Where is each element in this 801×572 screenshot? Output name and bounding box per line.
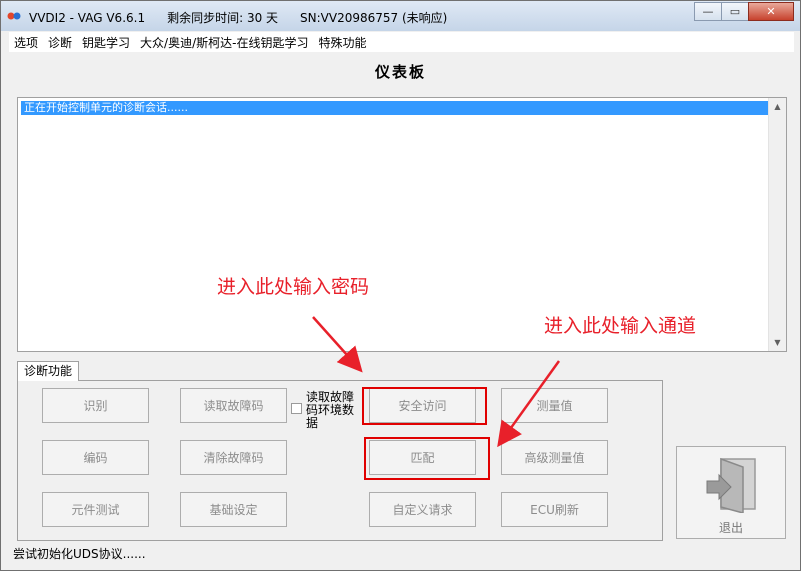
read-dtc-button[interactable]: 读取故障码 bbox=[180, 388, 287, 423]
maximize-button[interactable]: ▭ bbox=[721, 2, 749, 21]
log-line[interactable]: 正在开始控制单元的诊断会话...... bbox=[21, 101, 769, 115]
annotation-password: 进入此处输入密码 bbox=[217, 276, 370, 298]
scroll-up-arrow[interactable]: ▲ bbox=[769, 98, 786, 115]
log-scrollbar[interactable]: ▲ ▼ bbox=[768, 98, 786, 351]
app-window: VVDI2 - VAG V6.6.1 剩余同步时间: 30 天 SN:VV20986… bbox=[0, 0, 801, 571]
coding-button[interactable]: 编码 bbox=[42, 440, 149, 475]
tab-diagnostic-functions[interactable]: 诊断功能 bbox=[17, 361, 80, 381]
security-access-highlight bbox=[362, 387, 487, 425]
title-app-name: VVDI2 - VAG V6.6.1 bbox=[29, 11, 146, 25]
menu-bar: 选项 诊断 钥匙学习 大众/奥迪/斯柯达-在线钥匙学习 特殊功能 bbox=[9, 32, 794, 52]
minimize-button[interactable]: — bbox=[694, 2, 722, 21]
status-text: 尝试初始化UDS协议...... bbox=[13, 546, 146, 561]
menu-diagnosis[interactable]: 诊断 bbox=[43, 34, 77, 51]
ecu-flash-button[interactable]: ECU刷新 bbox=[501, 492, 608, 527]
scroll-down-arrow[interactable]: ▼ bbox=[769, 334, 786, 351]
menu-options[interactable]: 选项 bbox=[9, 34, 43, 51]
custom-request-button[interactable]: 自定义请求 bbox=[369, 492, 476, 527]
adaptation-highlight bbox=[364, 437, 490, 480]
title-bar: VVDI2 - VAG V6.6.1 剩余同步时间: 30 天 SN:VV20986… bbox=[1, 1, 800, 31]
basic-settings-button[interactable]: 基础设定 bbox=[180, 492, 287, 527]
title-serial: SN:VV20986757 (未响应) bbox=[300, 11, 448, 25]
app-icon bbox=[7, 12, 21, 20]
title-sync-time: 剩余同步时间: 30 天 bbox=[167, 11, 279, 25]
page-title: 仪表板 bbox=[374, 63, 426, 81]
exit-button[interactable]: 退出 bbox=[676, 446, 786, 539]
freeze-frame-label: 读取故障码环境数据 bbox=[306, 390, 355, 430]
clear-dtc-button[interactable]: 清除故障码 bbox=[180, 440, 287, 475]
freeze-frame-checkbox[interactable] bbox=[291, 403, 302, 414]
exit-label: 退出 bbox=[718, 521, 743, 535]
menu-key-learning[interactable]: 钥匙学习 bbox=[77, 34, 135, 51]
menu-online-key-learning[interactable]: 大众/奥迪/斯柯达-在线钥匙学习 bbox=[135, 34, 313, 51]
advanced-measure-button[interactable]: 高级测量值 bbox=[501, 440, 608, 475]
window-title: VVDI2 - VAG V6.6.1 剩余同步时间: 30 天 SN:VV20986… bbox=[29, 9, 469, 26]
measure-values-button[interactable]: 测量值 bbox=[501, 388, 608, 423]
status-bar: 尝试初始化UDS协议...... bbox=[9, 542, 800, 564]
menu-special-functions[interactable]: 特殊功能 bbox=[313, 34, 371, 51]
annotation-channel: 进入此处输入通道 bbox=[544, 315, 697, 337]
component-test-button[interactable]: 元件测试 bbox=[42, 492, 149, 527]
window-controls: — ▭ ✕ bbox=[694, 2, 794, 21]
close-button[interactable]: ✕ bbox=[748, 2, 794, 21]
exit-door-icon bbox=[706, 457, 756, 513]
identify-button[interactable]: 识别 bbox=[42, 388, 149, 423]
